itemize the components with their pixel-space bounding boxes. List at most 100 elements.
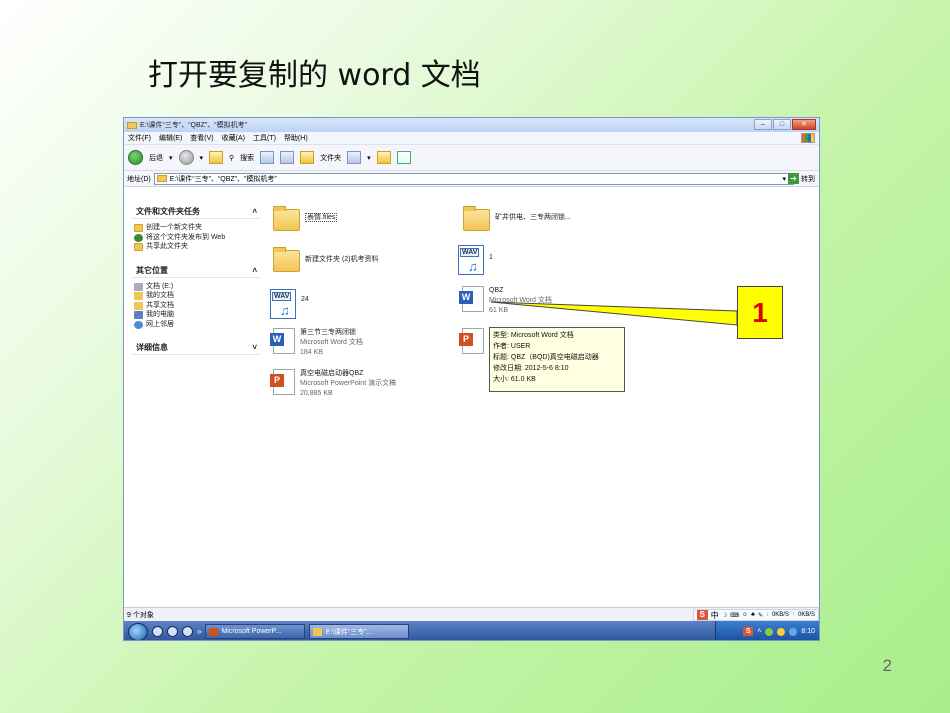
window-titlebar[interactable]: E:\课件“三专”、“QBZ”、“模拟机考” – □ ✕ xyxy=(124,118,819,132)
collapse-icon[interactable]: ˄ xyxy=(252,207,257,216)
ime-toolbar[interactable]: S 中 ☽ ⌨ ☺ ♣ ✎ ↓ 0KB/S ↑ 0KB/S xyxy=(692,609,819,621)
start-button[interactable] xyxy=(128,622,148,640)
task-label: 创建一个新文件夹 xyxy=(146,224,202,231)
powerpoint-icon: P xyxy=(459,328,484,354)
place-my-documents[interactable]: 我的文档 xyxy=(134,291,259,301)
move-to-icon[interactable] xyxy=(260,151,275,164)
file-item-wav[interactable]: WAV ♫ 1 xyxy=(458,245,493,275)
file-item-ppt[interactable]: P 真空电磁启动器QBZ Microsoft PowerPoint 演示文稿 2… xyxy=(270,369,396,399)
details-header[interactable]: 详细信息 ˅ xyxy=(132,341,261,355)
computer-icon xyxy=(134,311,143,319)
share-folder-icon xyxy=(134,243,143,251)
close-button[interactable]: ✕ xyxy=(792,119,816,130)
quicklaunch-icon[interactable] xyxy=(182,626,193,637)
copy-to-icon[interactable] xyxy=(280,151,295,164)
folders-icon[interactable] xyxy=(300,151,315,164)
menu-file[interactable]: 文件(F) xyxy=(128,133,151,143)
search-button-label[interactable]: 搜索 xyxy=(240,153,254,163)
quicklaunch-icon[interactable] xyxy=(167,626,178,637)
shared-documents-icon xyxy=(134,301,143,310)
up-folder-icon[interactable] xyxy=(209,151,224,164)
chevron-right-icon[interactable]: » xyxy=(197,627,201,636)
file-item-folder[interactable]: 表情.files xyxy=(273,206,338,231)
dropdown-arrow-icon[interactable]: ▾ xyxy=(782,175,786,183)
explorer-window: E:\课件“三专”、“QBZ”、“模拟机考” – □ ✕ 文件(F) 编辑(E)… xyxy=(123,117,820,641)
menubar: 文件(F) 编辑(E) 查看(V) 收藏(A) 工具(T) 帮助(H) xyxy=(124,132,819,145)
place-drive-e[interactable]: 文档 (E:) xyxy=(134,282,259,292)
moon-icon[interactable]: ☽ xyxy=(722,612,727,619)
file-item-word[interactable]: W 第三节三专两闭锁 Microsoft Word 文档 184 KB xyxy=(270,328,363,358)
tooltip-line: 标题: QBZ（BQD)真空电磁启动器 xyxy=(493,354,599,361)
sogou-icon[interactable]: S xyxy=(696,610,708,620)
network-tray-icon[interactable] xyxy=(789,627,798,636)
task-publish-web[interactable]: 将这个文件夹发布到 Web xyxy=(134,233,259,243)
views-icon[interactable] xyxy=(347,151,362,164)
window-controls: – □ ✕ xyxy=(754,119,816,130)
file-size: 184 KB xyxy=(300,349,323,356)
expand-icon[interactable]: ˅ xyxy=(252,343,257,352)
taskbar-item-explorer[interactable]: E:\课件“三专”... xyxy=(309,624,410,639)
download-speed: 0KB/S xyxy=(771,612,789,618)
dropdown-arrow-icon[interactable]: ▾ xyxy=(367,154,371,162)
file-item-hidden-ppt[interactable]: P xyxy=(459,328,484,354)
file-item-folder[interactable]: 矿井供电、三专两闭锁... xyxy=(463,206,571,231)
network-icon xyxy=(134,320,143,329)
menu-help[interactable]: 帮助(H) xyxy=(284,133,308,143)
keyboard-icon[interactable]: ⌨ xyxy=(730,612,739,619)
user-icon[interactable]: ☺ xyxy=(742,612,748,618)
sogou-tray-icon[interactable]: S xyxy=(743,627,754,636)
task-share-folder[interactable]: 共享此文件夹 xyxy=(134,242,259,252)
place-shared-documents[interactable]: 共享文档 xyxy=(134,301,259,311)
address-input[interactable]: E:\课件“三专”、“QBZ”、“模拟机考” xyxy=(153,172,794,185)
folder-icon xyxy=(127,121,137,129)
go-arrow-icon[interactable]: ➜ xyxy=(788,173,799,184)
address-label: 地址(D) xyxy=(127,175,151,183)
page-number: 2 xyxy=(882,656,892,675)
dropdown-arrow-icon[interactable]: ▾ xyxy=(200,154,204,162)
ie-icon[interactable] xyxy=(152,626,163,637)
other-places-panel: 其它位置 ˄ 文档 (E:) 我的文档 共享文档 我的电脑 网上邻居 xyxy=(132,264,261,330)
maximize-button[interactable]: □ xyxy=(773,119,791,130)
file-item-wav[interactable]: WAV ♫ 24 xyxy=(270,289,309,319)
file-tasks-header[interactable]: 文件和文件夹任务 ˄ xyxy=(132,205,261,219)
word-document-icon: W xyxy=(459,286,484,312)
tray-status-icon[interactable] xyxy=(765,627,774,636)
folders-button-label[interactable]: 文件夹 xyxy=(320,153,341,163)
callout-badge: 1 xyxy=(737,286,783,339)
other-places-header[interactable]: 其它位置 ˄ xyxy=(132,264,261,278)
taskbar-item-powerpoint[interactable]: Microsoft PowerP... xyxy=(205,624,306,639)
windows-logo-icon xyxy=(801,133,815,143)
go-button-label[interactable]: 转到 xyxy=(801,174,815,184)
file-item-folder[interactable]: 新建文件夹 (2)机考资料 xyxy=(273,247,379,272)
back-button-label[interactable]: 后退 xyxy=(149,153,163,163)
clock[interactable]: 8:10 xyxy=(801,628,815,635)
tooltip-line: 类型: Microsoft Word 文档 xyxy=(493,332,574,339)
menu-view[interactable]: 查看(V) xyxy=(190,133,213,143)
place-network[interactable]: 网上邻居 xyxy=(134,320,259,330)
forward-arrow-icon[interactable] xyxy=(178,150,194,165)
menu-favorites[interactable]: 收藏(A) xyxy=(222,133,245,143)
search-icon[interactable]: ⚲ xyxy=(229,154,234,162)
menu-edit[interactable]: 编辑(E) xyxy=(159,133,182,143)
shirt-icon[interactable]: ♣ xyxy=(751,612,755,618)
file-item-word-qbz[interactable]: W QBZ Microsoft Word 文档 61 KB xyxy=(459,286,552,316)
file-name: 表情.files xyxy=(305,213,338,222)
minimize-button[interactable]: – xyxy=(754,119,772,130)
checkmark-icon[interactable] xyxy=(396,151,411,164)
chevron-up-icon[interactable]: ˄ xyxy=(757,628,761,635)
file-tasks-panel: 文件和文件夹任务 ˄ 创建一个新文件夹 将这个文件夹发布到 Web 共享此文件夹 xyxy=(132,205,261,252)
new-folder-icon xyxy=(134,224,143,232)
menu-tools[interactable]: 工具(T) xyxy=(253,133,276,143)
task-new-folder[interactable]: 创建一个新文件夹 xyxy=(134,223,259,233)
go-button[interactable]: ▾ ➜ 转到 xyxy=(782,173,815,184)
dropdown-arrow-icon[interactable]: ▾ xyxy=(169,154,173,162)
file-name: 真空电磁启动器QBZ xyxy=(300,370,364,377)
back-arrow-icon[interactable] xyxy=(128,150,143,165)
wrench-icon[interactable]: ✎ xyxy=(758,612,763,619)
ime-mode[interactable]: 中 xyxy=(711,610,719,621)
place-my-computer[interactable]: 我的电脑 xyxy=(134,310,259,320)
tray-security-icon[interactable] xyxy=(777,627,786,636)
edit-icon[interactable] xyxy=(376,151,391,164)
collapse-icon[interactable]: ˄ xyxy=(252,266,257,275)
task-pane: 文件和文件夹任务 ˄ 创建一个新文件夹 将这个文件夹发布到 Web 共享此文件夹 xyxy=(124,187,267,607)
